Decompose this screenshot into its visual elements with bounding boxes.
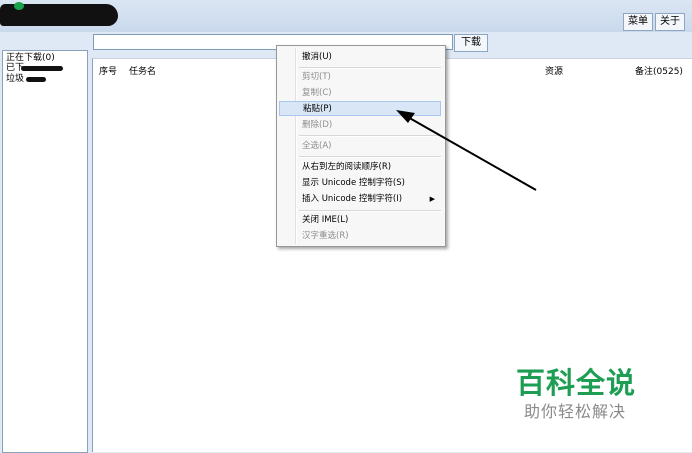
menu-item-rtl-reading-order[interactable]: 从右到左的阅读顺序(R) — [279, 160, 441, 175]
menu-separator — [299, 67, 441, 69]
redacted-app-logo — [0, 2, 118, 26]
menu-item-reconversion[interactable]: 汉字重选(R) — [279, 229, 441, 244]
menu-separator — [299, 156, 441, 158]
menu-item-close-ime[interactable]: 关闭 IME(L) — [279, 213, 441, 228]
download-button[interactable]: 下载 — [454, 34, 488, 52]
sidebar-item-completed[interactable]: 已下 — [6, 63, 63, 73]
sidebar-item-label: 正在下载(0) — [6, 53, 55, 63]
sidebar: 正在下载(0) 已下 垃圾 — [2, 50, 88, 453]
column-header-seq[interactable]: 序号 — [99, 64, 117, 77]
menu-item-delete[interactable]: 删除(D) — [279, 118, 441, 133]
watermark-title: 百科全说 — [516, 366, 637, 400]
menu-item-paste[interactable]: 粘贴(P) — [279, 101, 441, 116]
menu-item-select-all[interactable]: 全选(A) — [279, 139, 441, 154]
title-bar: 菜单 关于 — [0, 0, 692, 32]
redaction-scribble — [21, 66, 63, 71]
menu-item-cut[interactable]: 剪切(T) — [279, 70, 441, 85]
sidebar-item-trash[interactable]: 垃圾 — [6, 74, 46, 84]
menu-separator — [299, 210, 441, 212]
menu-separator — [299, 135, 441, 137]
column-header-note[interactable]: 备注(0525) — [635, 64, 683, 77]
column-header-resource[interactable]: 资源 — [545, 64, 563, 77]
about-button[interactable]: 关于 — [655, 13, 685, 31]
sidebar-item-label: 垃圾 — [6, 74, 25, 84]
menu-item-copy[interactable]: 复制(C) — [279, 86, 441, 101]
context-menu: 撤消(U) 剪切(T) 复制(C) 粘贴(P) 删除(D) 全选(A) 从右到左… — [276, 45, 446, 247]
menu-item-undo[interactable]: 撤消(U) — [279, 50, 441, 65]
watermark-subtitle: 助你轻松解决 — [524, 402, 627, 421]
menu-button[interactable]: 菜单 — [623, 13, 653, 31]
column-header-task-name[interactable]: 任务名 — [129, 64, 156, 77]
chevron-right-icon: ▶ — [429, 195, 435, 203]
menu-item-show-unicode-control[interactable]: 显示 Unicode 控制字符(S) — [279, 176, 441, 191]
menu-item-insert-unicode-control[interactable]: 插入 Unicode 控制字符(I) ▶ — [279, 192, 441, 207]
redaction-scribble — [26, 77, 46, 82]
sidebar-item-downloading[interactable]: 正在下载(0) — [6, 53, 55, 63]
